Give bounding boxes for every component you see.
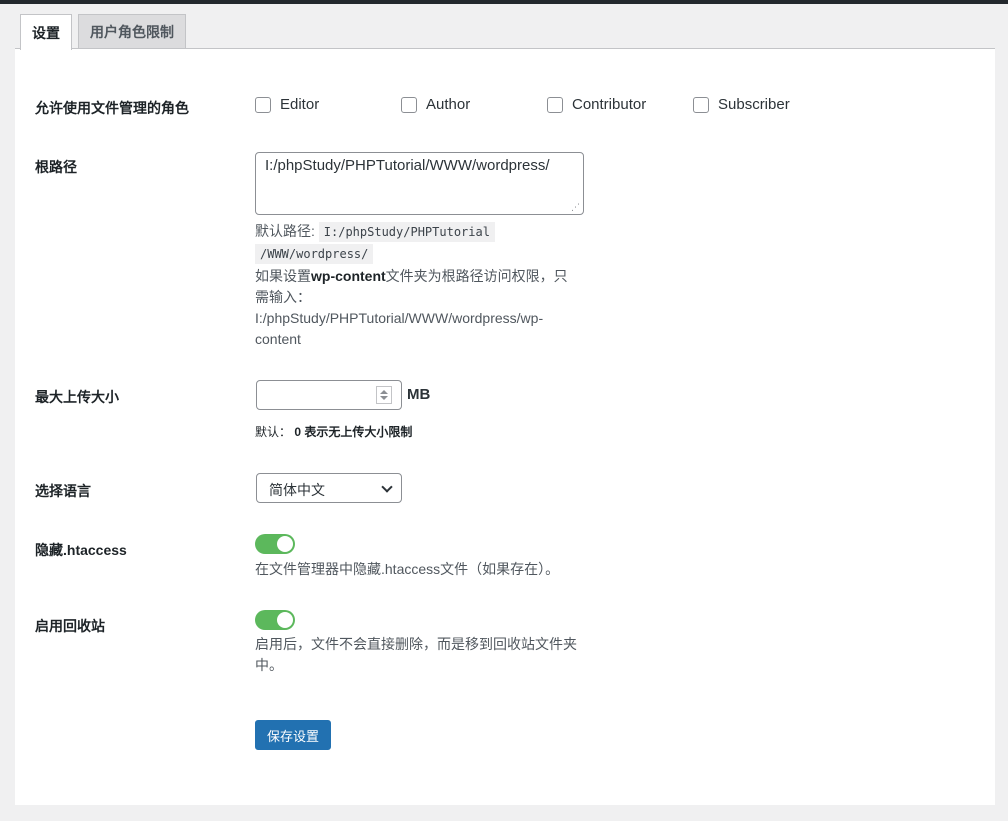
number-spinner[interactable] <box>376 386 392 404</box>
checkbox-box[interactable] <box>693 96 709 113</box>
hint-bold: 0 表示无上传大小限制 <box>294 425 413 439</box>
trash-desc-line-1: 启用后，文件不会直接删除，而是移到回收站文件夹 <box>255 636 577 652</box>
checkbox-box[interactable] <box>255 96 271 113</box>
role-author-checkbox[interactable]: Author <box>401 96 470 113</box>
admin-top-bar <box>0 0 1008 4</box>
note-prefix: 如果设置 <box>255 268 311 284</box>
note-line-3: I:/phpStudy/PHPTutorial/WWW/wordpress/wp… <box>255 310 544 326</box>
checkbox-box[interactable] <box>547 96 563 113</box>
role-subscriber-checkbox[interactable]: Subscriber <box>693 96 790 113</box>
htaccess-label: 隐藏.htaccess <box>35 542 127 558</box>
default-path-code-2: /WWW/wordpress/ <box>255 244 374 264</box>
upload-size-label: 最大上传大小 <box>35 389 119 405</box>
root-path-label: 根路径 <box>35 159 77 175</box>
role-editor-label: Editor <box>280 96 320 113</box>
toggle-knob <box>277 536 293 552</box>
htaccess-toggle[interactable] <box>255 534 295 554</box>
upload-size-input[interactable] <box>256 380 402 410</box>
spinner-up-icon[interactable] <box>380 390 388 394</box>
roles-label: 允许使用文件管理的角色 <box>35 100 189 116</box>
role-editor-checkbox[interactable]: Editor <box>255 96 319 113</box>
root-path-default: 默认路径: I:/phpStudy/PHPTutorial /WWW/wordp… <box>255 221 495 265</box>
language-select[interactable]: 简体中文 <box>256 473 402 503</box>
settings-tabs: 设置 用户角色限制 <box>20 14 192 50</box>
note-suffix: 文件夹为根路径访问权限，只 <box>385 268 568 284</box>
role-subscriber-label: Subscriber <box>718 96 790 113</box>
chevron-down-icon <box>381 481 393 493</box>
root-path-note: 如果设置wp-content文件夹为根路径访问权限，只 需输入： I:/phpS… <box>255 266 585 350</box>
root-path-textarea[interactable]: I:/phpStudy/PHPTutorial/WWW/wordpress/ ⋰ <box>255 152 584 215</box>
role-author-label: Author <box>426 96 471 113</box>
htaccess-desc: 在文件管理器中隐藏.htaccess文件（如果存在）。 <box>255 561 560 577</box>
save-settings-button[interactable]: 保存设置 <box>255 720 332 750</box>
checkbox-box[interactable] <box>401 96 417 113</box>
trash-desc: 启用后，文件不会直接删除，而是移到回收站文件夹 中。 <box>255 634 595 676</box>
language-label: 选择语言 <box>35 483 91 499</box>
upload-unit: MB <box>407 386 431 403</box>
spinner-down-icon[interactable] <box>380 396 388 400</box>
trash-desc-line-2: 中。 <box>255 657 283 673</box>
root-path-value: I:/phpStudy/PHPTutorial/WWW/wordpress/ <box>265 157 550 174</box>
role-contributor-checkbox[interactable]: Contributor <box>547 96 646 113</box>
note-line-4: content <box>255 331 301 347</box>
tab-settings[interactable]: 设置 <box>20 14 72 50</box>
default-path-prefix: 默认路径: <box>255 223 315 239</box>
hint-prefix: 默认： <box>255 425 292 439</box>
resize-grip-icon[interactable]: ⋰ <box>571 203 580 212</box>
trash-toggle[interactable] <box>255 610 295 630</box>
role-contributor-label: Contributor <box>572 96 647 113</box>
tab-user-role-restrictions[interactable]: 用户角色限制 <box>78 14 186 49</box>
language-selected: 简体中文 <box>269 482 325 498</box>
default-path-code-1: I:/phpStudy/PHPTutorial <box>318 222 495 242</box>
note-line-2: 需输入： <box>255 289 311 305</box>
toggle-knob <box>277 612 293 628</box>
note-bold: wp-content <box>311 268 386 284</box>
upload-size-hint: 默认： 0 表示无上传大小限制 <box>255 423 412 440</box>
trash-label: 启用回收站 <box>35 618 105 634</box>
